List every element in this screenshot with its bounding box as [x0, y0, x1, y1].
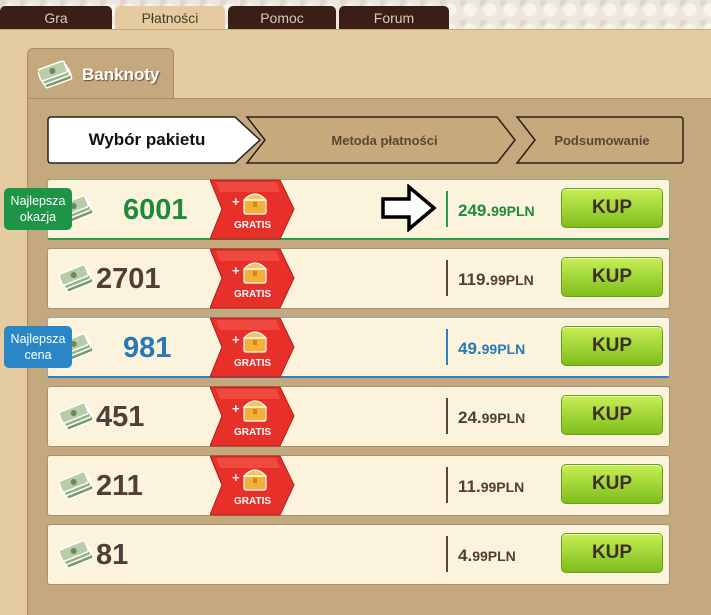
step-label: Metoda płatności	[331, 132, 438, 148]
checkout-stepper: Wybór pakietu Metoda płatności Podsumowa…	[47, 116, 684, 164]
gratis-label: GRATIS	[234, 220, 271, 231]
price-main: 4.	[458, 545, 473, 565]
package-price: 24. 99PLN	[458, 387, 525, 448]
package-price: 119. 99PLN	[458, 249, 534, 310]
package-row: 211 + GRATIS 11. 99PLN KUP	[47, 455, 670, 516]
gratis-plus: +	[232, 263, 240, 278]
package-price: 49. 99PLN	[458, 318, 525, 379]
badge-line: cena	[24, 348, 52, 362]
package-row: 451 + GRATIS 24. 99PLN KUP	[47, 386, 670, 447]
badge-line: okazja	[19, 210, 57, 224]
banknotes-icon	[58, 537, 96, 571]
package-price: 11. 99PLN	[458, 456, 524, 517]
step-podsumowanie: Podsumowanie	[527, 116, 677, 164]
price-divider	[446, 536, 448, 572]
package-amount: 451	[96, 401, 145, 433]
section-title: Banknoty	[82, 64, 160, 84]
gratis-plus: +	[232, 332, 240, 347]
price-main: 249.	[458, 200, 492, 220]
price-main: 49.	[458, 338, 482, 358]
package-amount: 81	[96, 539, 129, 571]
package-row: 81 4. 99PLN KUP	[47, 524, 670, 585]
package-amount: 211	[96, 470, 143, 502]
buy-button[interactable]: KUP	[561, 395, 663, 435]
package-price: 4. 99PLN	[458, 525, 516, 586]
package-amount: 6001	[123, 194, 188, 226]
price-divider	[446, 329, 448, 365]
best-price-badge: Najlepsza cena	[4, 326, 72, 368]
gratis-label: GRATIS	[234, 496, 271, 507]
gratis-plus: +	[232, 401, 240, 416]
banknotes-icon	[38, 59, 73, 88]
best-deal-badge: Najlepsza okazja	[4, 188, 72, 230]
step-label: Wybór pakietu	[88, 130, 206, 149]
price-sub: 99PLN	[480, 478, 525, 495]
gratis-ribbon: + GRATIS	[209, 178, 296, 241]
tab-platnosci[interactable]: Płatności	[115, 6, 225, 30]
package-row: 6001 + GRATIS 249. 99PLN KUP	[47, 179, 670, 240]
step-wybor-pakietu: Wybór pakietu	[47, 116, 247, 164]
tab-label: Forum	[373, 10, 415, 26]
tab-label: Płatności	[141, 10, 199, 26]
banknotes-icon	[58, 399, 96, 433]
price-sub: 99PLN	[472, 547, 516, 564]
tab-label: Gra	[44, 10, 68, 26]
banknotes-icon	[58, 261, 96, 295]
top-tab-bar: Gra Płatności Pomoc Forum	[0, 6, 449, 30]
tab-label: Pomoc	[260, 10, 304, 26]
price-main: 119.	[458, 269, 491, 289]
price-sub: 99PLN	[481, 340, 526, 357]
price-sub: 99PLN	[491, 202, 535, 219]
gratis-ribbon: + GRATIS	[209, 454, 296, 517]
step-metoda-platnosci: Metoda płatności	[262, 116, 507, 164]
buy-button[interactable]: KUP	[561, 464, 663, 504]
buy-button[interactable]: KUP	[561, 188, 663, 228]
badge-line: Najlepsza	[10, 194, 66, 208]
tab-gra[interactable]: Gra	[0, 6, 112, 30]
gratis-label: GRATIS	[234, 427, 271, 438]
step-label: Podsumowanie	[554, 132, 650, 148]
package-amount: 2701	[96, 263, 161, 295]
gratis-label: GRATIS	[234, 289, 271, 300]
arrow-right-icon	[381, 184, 437, 232]
price-sub: 99PLN	[490, 271, 534, 288]
gratis-label: GRATIS	[234, 358, 271, 369]
gratis-plus: +	[232, 194, 240, 209]
price-divider	[446, 191, 448, 227]
gratis-plus: +	[232, 470, 240, 485]
banknotes-icon	[58, 468, 96, 502]
price-divider	[446, 260, 448, 296]
badge-line: Najlepsza	[10, 332, 66, 346]
gratis-ribbon: + GRATIS	[209, 316, 296, 379]
price-divider	[446, 467, 448, 503]
buy-button[interactable]: KUP	[561, 257, 663, 297]
buy-button[interactable]: KUP	[561, 533, 663, 573]
price-sub: 99PLN	[481, 409, 526, 426]
gratis-ribbon: + GRATIS	[209, 385, 296, 448]
package-row: 2701 + GRATIS 119. 99PLN KUP	[47, 248, 670, 309]
section-tab-banknoty[interactable]: Banknoty	[27, 48, 174, 100]
package-price: 249. 99PLN	[458, 180, 535, 241]
price-divider	[446, 398, 448, 434]
tab-pomoc[interactable]: Pomoc	[228, 6, 336, 30]
gratis-ribbon: + GRATIS	[209, 247, 296, 310]
tab-forum[interactable]: Forum	[339, 6, 449, 30]
price-main: 24.	[458, 407, 482, 427]
buy-button[interactable]: KUP	[561, 326, 663, 366]
package-row: 981 + GRATIS 49. 99PLN KUP	[47, 317, 670, 378]
package-amount: 981	[123, 332, 172, 364]
price-main: 11.	[458, 476, 481, 496]
